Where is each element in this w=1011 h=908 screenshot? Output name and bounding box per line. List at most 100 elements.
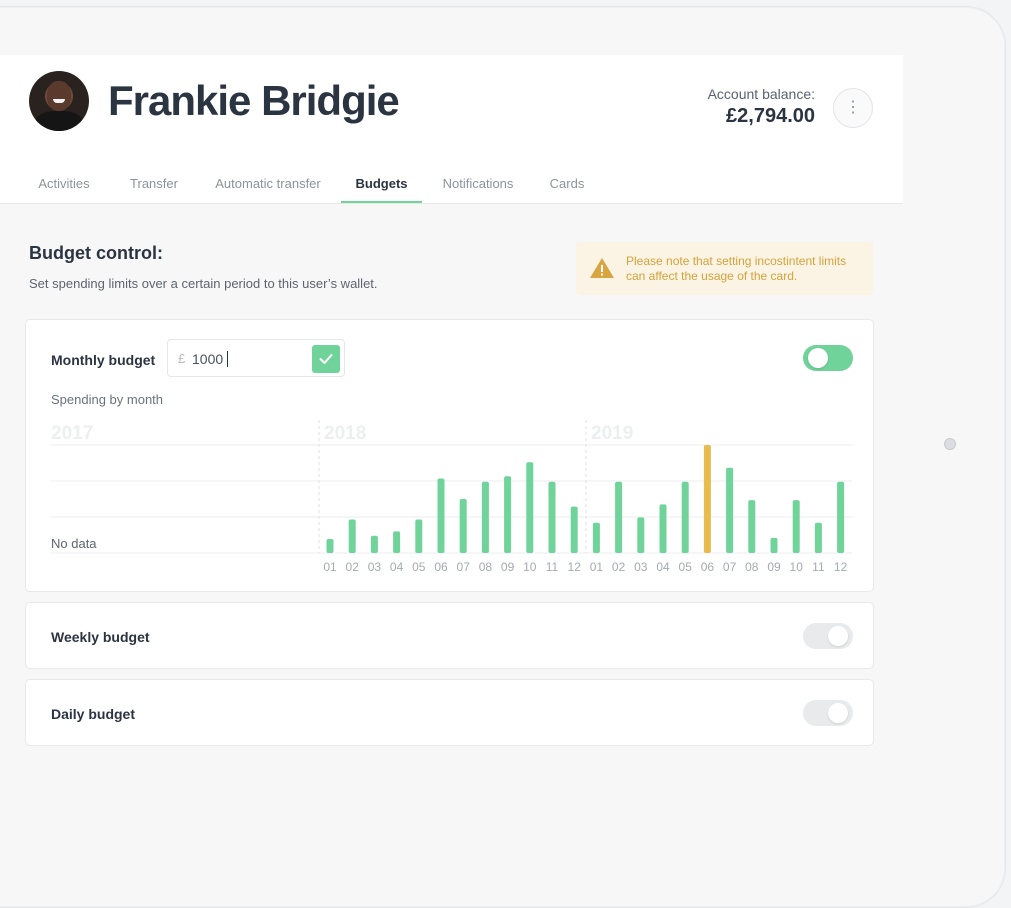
chart-bar	[548, 481, 556, 553]
month-tick-label: 06	[701, 560, 715, 574]
month-tick-label: 12	[568, 560, 582, 574]
weekly-budget-card: Weekly budget	[25, 602, 874, 669]
warning-text: Please note that setting incostintent li…	[626, 254, 847, 283]
chart-bar	[459, 499, 467, 553]
chart-bar	[504, 476, 512, 553]
tab-label: Notifications	[442, 176, 514, 191]
currency-symbol: £	[178, 351, 186, 366]
chart-bar	[370, 535, 378, 553]
month-tick-label: 05	[412, 560, 426, 574]
month-tick-label: 09	[767, 560, 781, 574]
chart-bar	[681, 481, 689, 553]
tab-cards[interactable]: Cards	[540, 165, 594, 203]
chart-bar	[393, 531, 401, 553]
more-vertical-icon: ⋮	[845, 99, 861, 116]
budget-amount[interactable]: 1000	[192, 351, 229, 367]
toggle-knob	[808, 348, 828, 368]
monthly-budget-card: Monthly budget £ 1000 Spending by month …	[25, 319, 874, 592]
chart-bar	[703, 445, 711, 553]
chart-bar	[748, 500, 756, 553]
tab-activities[interactable]: Activities	[30, 165, 98, 203]
tab-label: Activities	[38, 176, 90, 191]
bars-group	[326, 445, 845, 553]
chart-bar	[526, 462, 534, 553]
chart-bar	[726, 467, 734, 553]
chart-bar	[326, 539, 334, 553]
chart-bar	[592, 522, 600, 553]
warning-icon	[590, 258, 614, 278]
month-tick-label: 07	[723, 560, 737, 574]
tab-transfer[interactable]: Transfer	[120, 165, 188, 203]
month-tick-label: 11	[546, 560, 559, 574]
tab-budgets[interactable]: Budgets	[341, 165, 422, 203]
month-tick-label: 07	[457, 560, 471, 574]
check-icon	[319, 354, 333, 364]
year-label-2019: 2019	[591, 423, 633, 444]
month-tick-label: 09	[501, 560, 515, 574]
chart-caption: Spending by month	[51, 392, 164, 407]
month-tick-label: 08	[479, 560, 493, 574]
profile-header: Frankie Bridgie Account balance: £2,794.…	[0, 55, 903, 204]
ticks-group: 01 02 03 04 05 06 07 08 09 10 11 12 01 02 03 04 05 06 07 08…	[323, 560, 847, 574]
month-tick-label: 08	[745, 560, 759, 574]
tab-label: Automatic transfer	[215, 176, 321, 191]
month-tick-label: 10	[790, 560, 804, 574]
chart-bar	[637, 517, 645, 553]
daily-budget-card: Daily budget	[25, 679, 874, 746]
balance-label: Account balance:	[707, 86, 815, 102]
camera-dot	[944, 438, 956, 450]
daily-budget-toggle[interactable]	[803, 700, 853, 726]
month-tick-label: 10	[523, 560, 537, 574]
chart-bar	[348, 519, 356, 553]
month-tick-label: 05	[679, 560, 693, 574]
chart-bar	[792, 500, 800, 553]
toggle-knob	[828, 703, 848, 723]
monthly-budget-label: Monthly budget	[51, 352, 156, 368]
monthly-budget-toggle[interactable]	[803, 345, 853, 371]
tab-label: Cards	[549, 176, 585, 191]
spending-chart: 2017 2018 2019 No data 01 02 03 04 05 06 07 08 0…	[51, 420, 852, 574]
tab-label: Transfer	[130, 176, 178, 191]
daily-budget-label: Daily budget	[51, 706, 136, 722]
chart-bar	[837, 481, 845, 553]
user-name: Frankie Bridgie	[108, 77, 400, 124]
budget-control-title: Budget control:	[29, 243, 163, 263]
chart-bar	[481, 481, 489, 553]
month-tick-label: 04	[390, 560, 404, 574]
month-tick-label: 03	[634, 560, 648, 574]
no-data-label: No data	[51, 536, 97, 551]
weekly-budget-toggle[interactable]	[803, 623, 853, 649]
chart-bar	[814, 522, 822, 553]
chart-bar	[415, 519, 423, 553]
chart-bar	[770, 537, 778, 553]
month-tick-label: 03	[368, 560, 382, 574]
app-screen: Frankie Bridgie Account balance: £2,794.…	[0, 55, 903, 830]
monthly-budget-input[interactable]: £ 1000	[167, 339, 345, 377]
chart-bar	[437, 478, 445, 553]
budget-control-description: Set spending limits over a certain perio…	[29, 276, 378, 291]
year-label-2018: 2018	[324, 423, 366, 444]
month-tick-label: 11	[812, 560, 825, 574]
weekly-budget-label: Weekly budget	[51, 629, 150, 645]
avatar-shirt	[35, 111, 83, 131]
year-label-2017: 2017	[51, 423, 93, 444]
month-tick-label: 02	[346, 560, 360, 574]
month-tick-label: 12	[834, 560, 848, 574]
month-tick-label: 02	[612, 560, 626, 574]
month-tick-label: 04	[656, 560, 670, 574]
warning-banner: Please note that setting incostintent li…	[576, 242, 873, 295]
tab-notifications[interactable]: Notifications	[432, 165, 524, 203]
tab-label: Budgets	[355, 176, 408, 191]
month-tick-label: 01	[323, 560, 337, 574]
balance-value: £2,794.00	[726, 105, 815, 127]
avatar-face	[47, 81, 71, 111]
month-tick-label: 01	[590, 560, 604, 574]
more-options-button[interactable]: ⋮	[833, 88, 873, 128]
avatar	[29, 71, 89, 131]
toggle-knob	[828, 626, 848, 646]
chart-bar	[615, 481, 623, 553]
tab-automatic-transfer[interactable]: Automatic transfer	[205, 165, 331, 203]
confirm-button[interactable]	[312, 345, 340, 373]
chart-bar	[570, 506, 578, 553]
chart-bar	[659, 504, 667, 553]
